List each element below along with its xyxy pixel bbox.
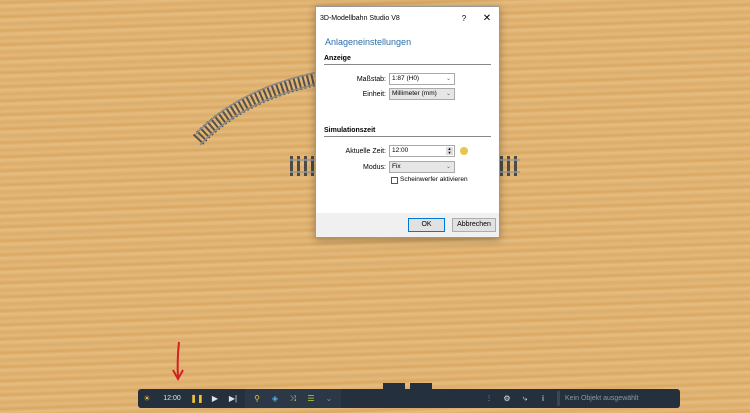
time-label: Aktuelle Zeit: (345, 148, 386, 155)
mode-select[interactable]: Fix ⌄ (389, 161, 455, 173)
unit-select[interactable]: Millimeter (mm) ⌄ (389, 88, 455, 100)
dialog-heading: Anlageneinstellungen (325, 37, 412, 47)
time-value: 12:00 (392, 147, 409, 154)
unit-value: Millimeter (mm) (392, 90, 437, 97)
step-forward-icon[interactable]: ▶| (224, 394, 242, 403)
list-icon[interactable]: ☰ (302, 394, 320, 403)
layers-icon[interactable]: ◈ (266, 394, 284, 403)
section-display: Anzeige (324, 55, 491, 65)
headlights-checkbox[interactable] (391, 177, 398, 184)
divider (557, 391, 560, 406)
time-input[interactable]: 12:00 ▲ ▼ (389, 145, 455, 157)
help-button[interactable]: ? (453, 14, 475, 23)
settings-dialog: 3D-Modellbahn Studio V8 ? ✕ Anlageneinst… (315, 6, 500, 238)
play-icon[interactable]: ▶ (206, 394, 224, 403)
pause-icon[interactable]: ❚❚ (188, 394, 206, 403)
curved-track (192, 71, 323, 146)
chevron-down-icon[interactable]: ⌄ (320, 394, 338, 403)
time-display[interactable]: 12:00 (156, 395, 188, 402)
bottom-toolbar: ☀ 12:00 ❚❚ ▶ ▶| ⚲ ◈ ⤨ ☰ ⌄ ⫶ ⚙ ⤷ i Kein O… (138, 389, 680, 408)
shuffle-icon[interactable]: ⤨ (284, 394, 302, 404)
path-icon[interactable]: ⤷ (516, 394, 534, 404)
close-button[interactable]: ✕ (475, 13, 499, 24)
cancel-button[interactable]: Abbrechen (452, 218, 496, 232)
scale-value: 1:87 (H0) (392, 75, 420, 82)
unit-label: Einheit: (362, 91, 386, 98)
chevron-down-icon: ⌄ (445, 164, 451, 170)
section-simulation: Simulationszeit (324, 127, 491, 137)
chevron-down-icon: ⌄ (445, 91, 451, 97)
scale-select[interactable]: 1:87 (H0) ⌄ (389, 73, 455, 85)
sun-icon (460, 147, 468, 155)
chevron-down-icon: ⌄ (445, 76, 451, 82)
dialog-footer: OK Abbrechen (316, 213, 499, 237)
dialog-title: 3D-Modellbahn Studio V8 (320, 14, 400, 22)
gear-icon[interactable]: ⚙ (498, 394, 516, 403)
sun-icon[interactable]: ☀ (138, 394, 156, 403)
sliders-icon[interactable]: ⫶ (480, 394, 498, 404)
headlights-label: Scheinwerfer aktivieren (400, 176, 468, 183)
mode-value: Fix (392, 163, 401, 170)
status-text: Kein Objekt ausgewählt (565, 395, 639, 402)
dialog-titlebar: 3D-Modellbahn Studio V8 ? ✕ (316, 7, 499, 29)
red-arrow-annotation (172, 341, 184, 382)
scale-label: Maßstab: (356, 76, 386, 83)
time-spinner[interactable]: ▲ ▼ (446, 147, 453, 155)
mode-label: Modus: (363, 164, 386, 171)
search-icon[interactable]: ⚲ (248, 394, 266, 403)
info-icon[interactable]: i (534, 394, 552, 403)
ok-button[interactable]: OK (408, 218, 445, 232)
